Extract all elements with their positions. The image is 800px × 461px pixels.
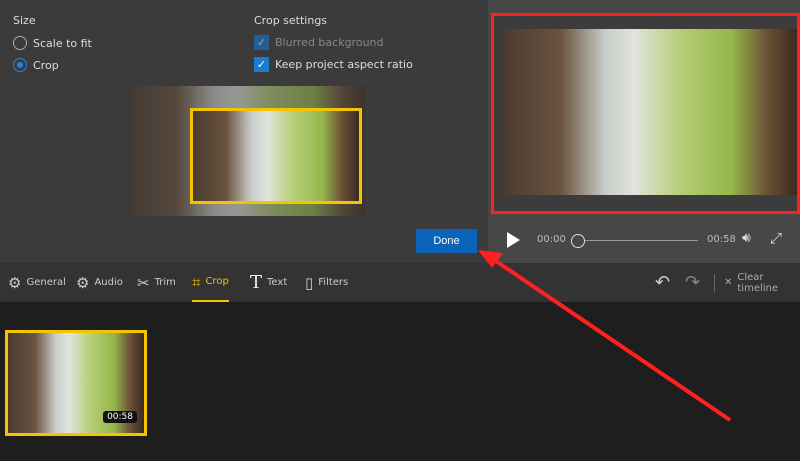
annotation-arrow — [478, 250, 732, 422]
arrow-shaft — [488, 255, 732, 422]
